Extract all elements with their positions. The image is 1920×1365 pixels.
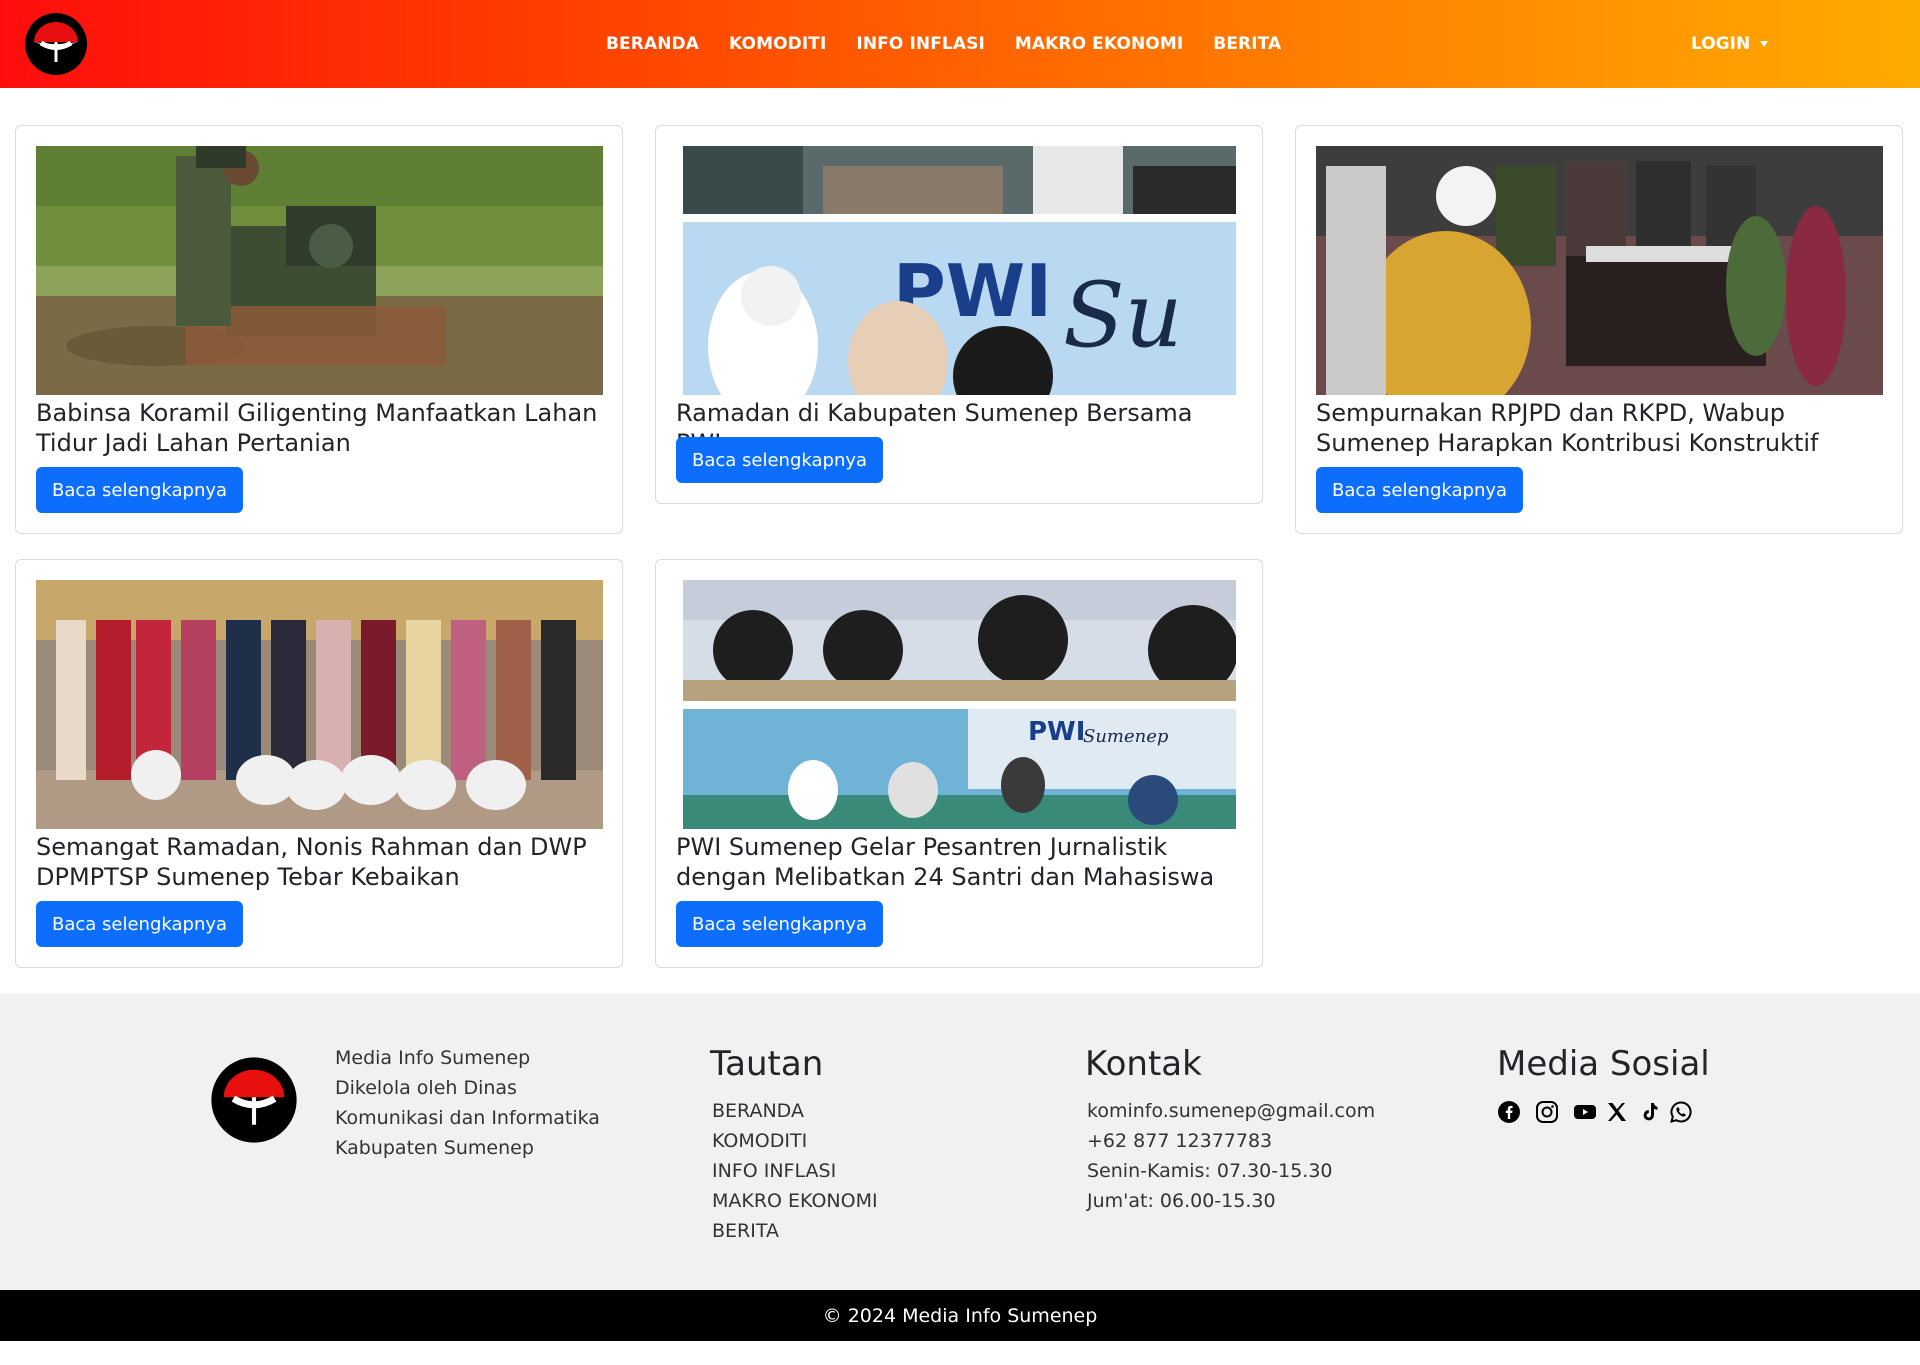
instagram-icon[interactable]	[1535, 1100, 1559, 1124]
news-image-ramadan-pwi[interactable]: PWI Su	[683, 146, 1236, 395]
footer-links: BERANDA KOMODITI INFO INFLASI MAKRO EKON…	[712, 1096, 878, 1246]
news-image-rpjpd-signing[interactable]	[1316, 146, 1883, 395]
read-more-button[interactable]: Baca selengkapnya	[36, 901, 244, 947]
news-image-farmer[interactable]	[36, 146, 603, 395]
svg-text:Sumenep: Sumenep	[1083, 726, 1169, 747]
footer-contact: kominfo.sumenep@gmail.com +62 877 123777…	[1087, 1096, 1375, 1216]
copyright-text: © 2024 Media Info Sumenep	[822, 1304, 1098, 1327]
login-dropdown[interactable]: LOGIN	[1691, 0, 1769, 88]
about-line: Kabupaten Sumenep	[335, 1137, 534, 1159]
news-title[interactable]: PWI Sumenep Gelar Pesantren Jurnalistik …	[676, 832, 1243, 892]
nav-komoditi[interactable]: KOMODITI	[714, 34, 841, 54]
news-title[interactable]: Semangat Ramadan, Nonis Rahman dan DWP D…	[36, 832, 603, 892]
copyright-bar: © 2024 Media Info Sumenep	[0, 1290, 1920, 1341]
umbrella-logo-icon[interactable]	[24, 12, 88, 76]
nav-berita[interactable]: BERITA	[1198, 34, 1296, 54]
contact-email[interactable]: kominfo.sumenep@gmail.com	[1087, 1096, 1375, 1126]
read-more-button[interactable]: Baca selengkapnya	[676, 901, 884, 947]
footer-link-komoditi[interactable]: KOMODITI	[712, 1126, 878, 1156]
news-card: PWI Sumenep PWI Sumenep Gelar Pesantren …	[655, 559, 1263, 968]
about-line: Komunikasi dan Informatika	[335, 1107, 600, 1129]
svg-text:Su: Su	[1063, 263, 1183, 368]
news-title[interactable]: Sempurnakan RPJPD dan RKPD, Wabup Sumene…	[1316, 398, 1883, 458]
tiktok-icon[interactable]	[1637, 1100, 1661, 1124]
footer-link-makro-ekonomi[interactable]: MAKRO EKONOMI	[712, 1186, 878, 1216]
contact-hours-friday: Jum'at: 06.00-15.30	[1087, 1190, 1276, 1212]
site-footer: Media Info Sumenep Dikelola oleh Dinas K…	[0, 993, 1920, 1290]
links-heading: Tautan	[710, 1044, 824, 1084]
contact-hours-weekday: Senin-Kamis: 07.30-15.30	[1087, 1160, 1333, 1182]
news-card: PWI Su Ramadan di Kabupaten Sumenep Bers…	[655, 125, 1263, 504]
social-heading: Media Sosial	[1497, 1044, 1710, 1084]
caret-down-icon	[1760, 41, 1769, 47]
footer-link-beranda[interactable]: BERANDA	[712, 1096, 878, 1126]
about-line: Dikelola oleh Dinas	[335, 1077, 517, 1099]
svg-text:PWI: PWI	[1028, 717, 1085, 747]
main-nav: BERANDA KOMODITI INFO INFLASI MAKRO EKON…	[606, 0, 1296, 88]
facebook-icon[interactable]	[1497, 1100, 1521, 1124]
read-more-button[interactable]: Baca selengkapnya	[676, 437, 884, 483]
youtube-icon[interactable]	[1573, 1100, 1597, 1124]
read-more-button[interactable]: Baca selengkapnya	[36, 467, 244, 513]
whatsapp-icon[interactable]	[1669, 1100, 1693, 1124]
footer-link-berita[interactable]: BERITA	[712, 1216, 878, 1246]
x-icon[interactable]	[1605, 1100, 1629, 1124]
news-title[interactable]: Babinsa Koramil Giligenting Manfaatkan L…	[36, 398, 603, 458]
contact-phone[interactable]: +62 877 12377783	[1087, 1126, 1375, 1156]
social-links	[1497, 1100, 1693, 1124]
footer-about: Media Info Sumenep Dikelola oleh Dinas K…	[335, 1043, 600, 1163]
news-image-dwp-group[interactable]	[36, 580, 603, 829]
about-line: Media Info Sumenep	[335, 1047, 531, 1069]
footer-link-info-inflasi[interactable]: INFO INFLASI	[712, 1156, 878, 1186]
news-card: Semangat Ramadan, Nonis Rahman dan DWP D…	[15, 559, 623, 968]
umbrella-logo-icon	[211, 1057, 297, 1143]
nav-makro-ekonomi[interactable]: MAKRO EKONOMI	[1000, 34, 1198, 54]
nav-beranda[interactable]: BERANDA	[606, 34, 714, 54]
nav-info-inflasi[interactable]: INFO INFLASI	[841, 34, 999, 54]
contact-heading: Kontak	[1085, 1044, 1202, 1084]
news-image-pesantren-jurnalistik[interactable]: PWI Sumenep	[683, 580, 1236, 829]
news-card: Babinsa Koramil Giligenting Manfaatkan L…	[15, 125, 623, 534]
news-card: Sempurnakan RPJPD dan RKPD, Wabup Sumene…	[1295, 125, 1903, 534]
top-navbar: BERANDA KOMODITI INFO INFLASI MAKRO EKON…	[0, 0, 1920, 88]
login-label: LOGIN	[1691, 34, 1751, 54]
read-more-button[interactable]: Baca selengkapnya	[1316, 467, 1524, 513]
